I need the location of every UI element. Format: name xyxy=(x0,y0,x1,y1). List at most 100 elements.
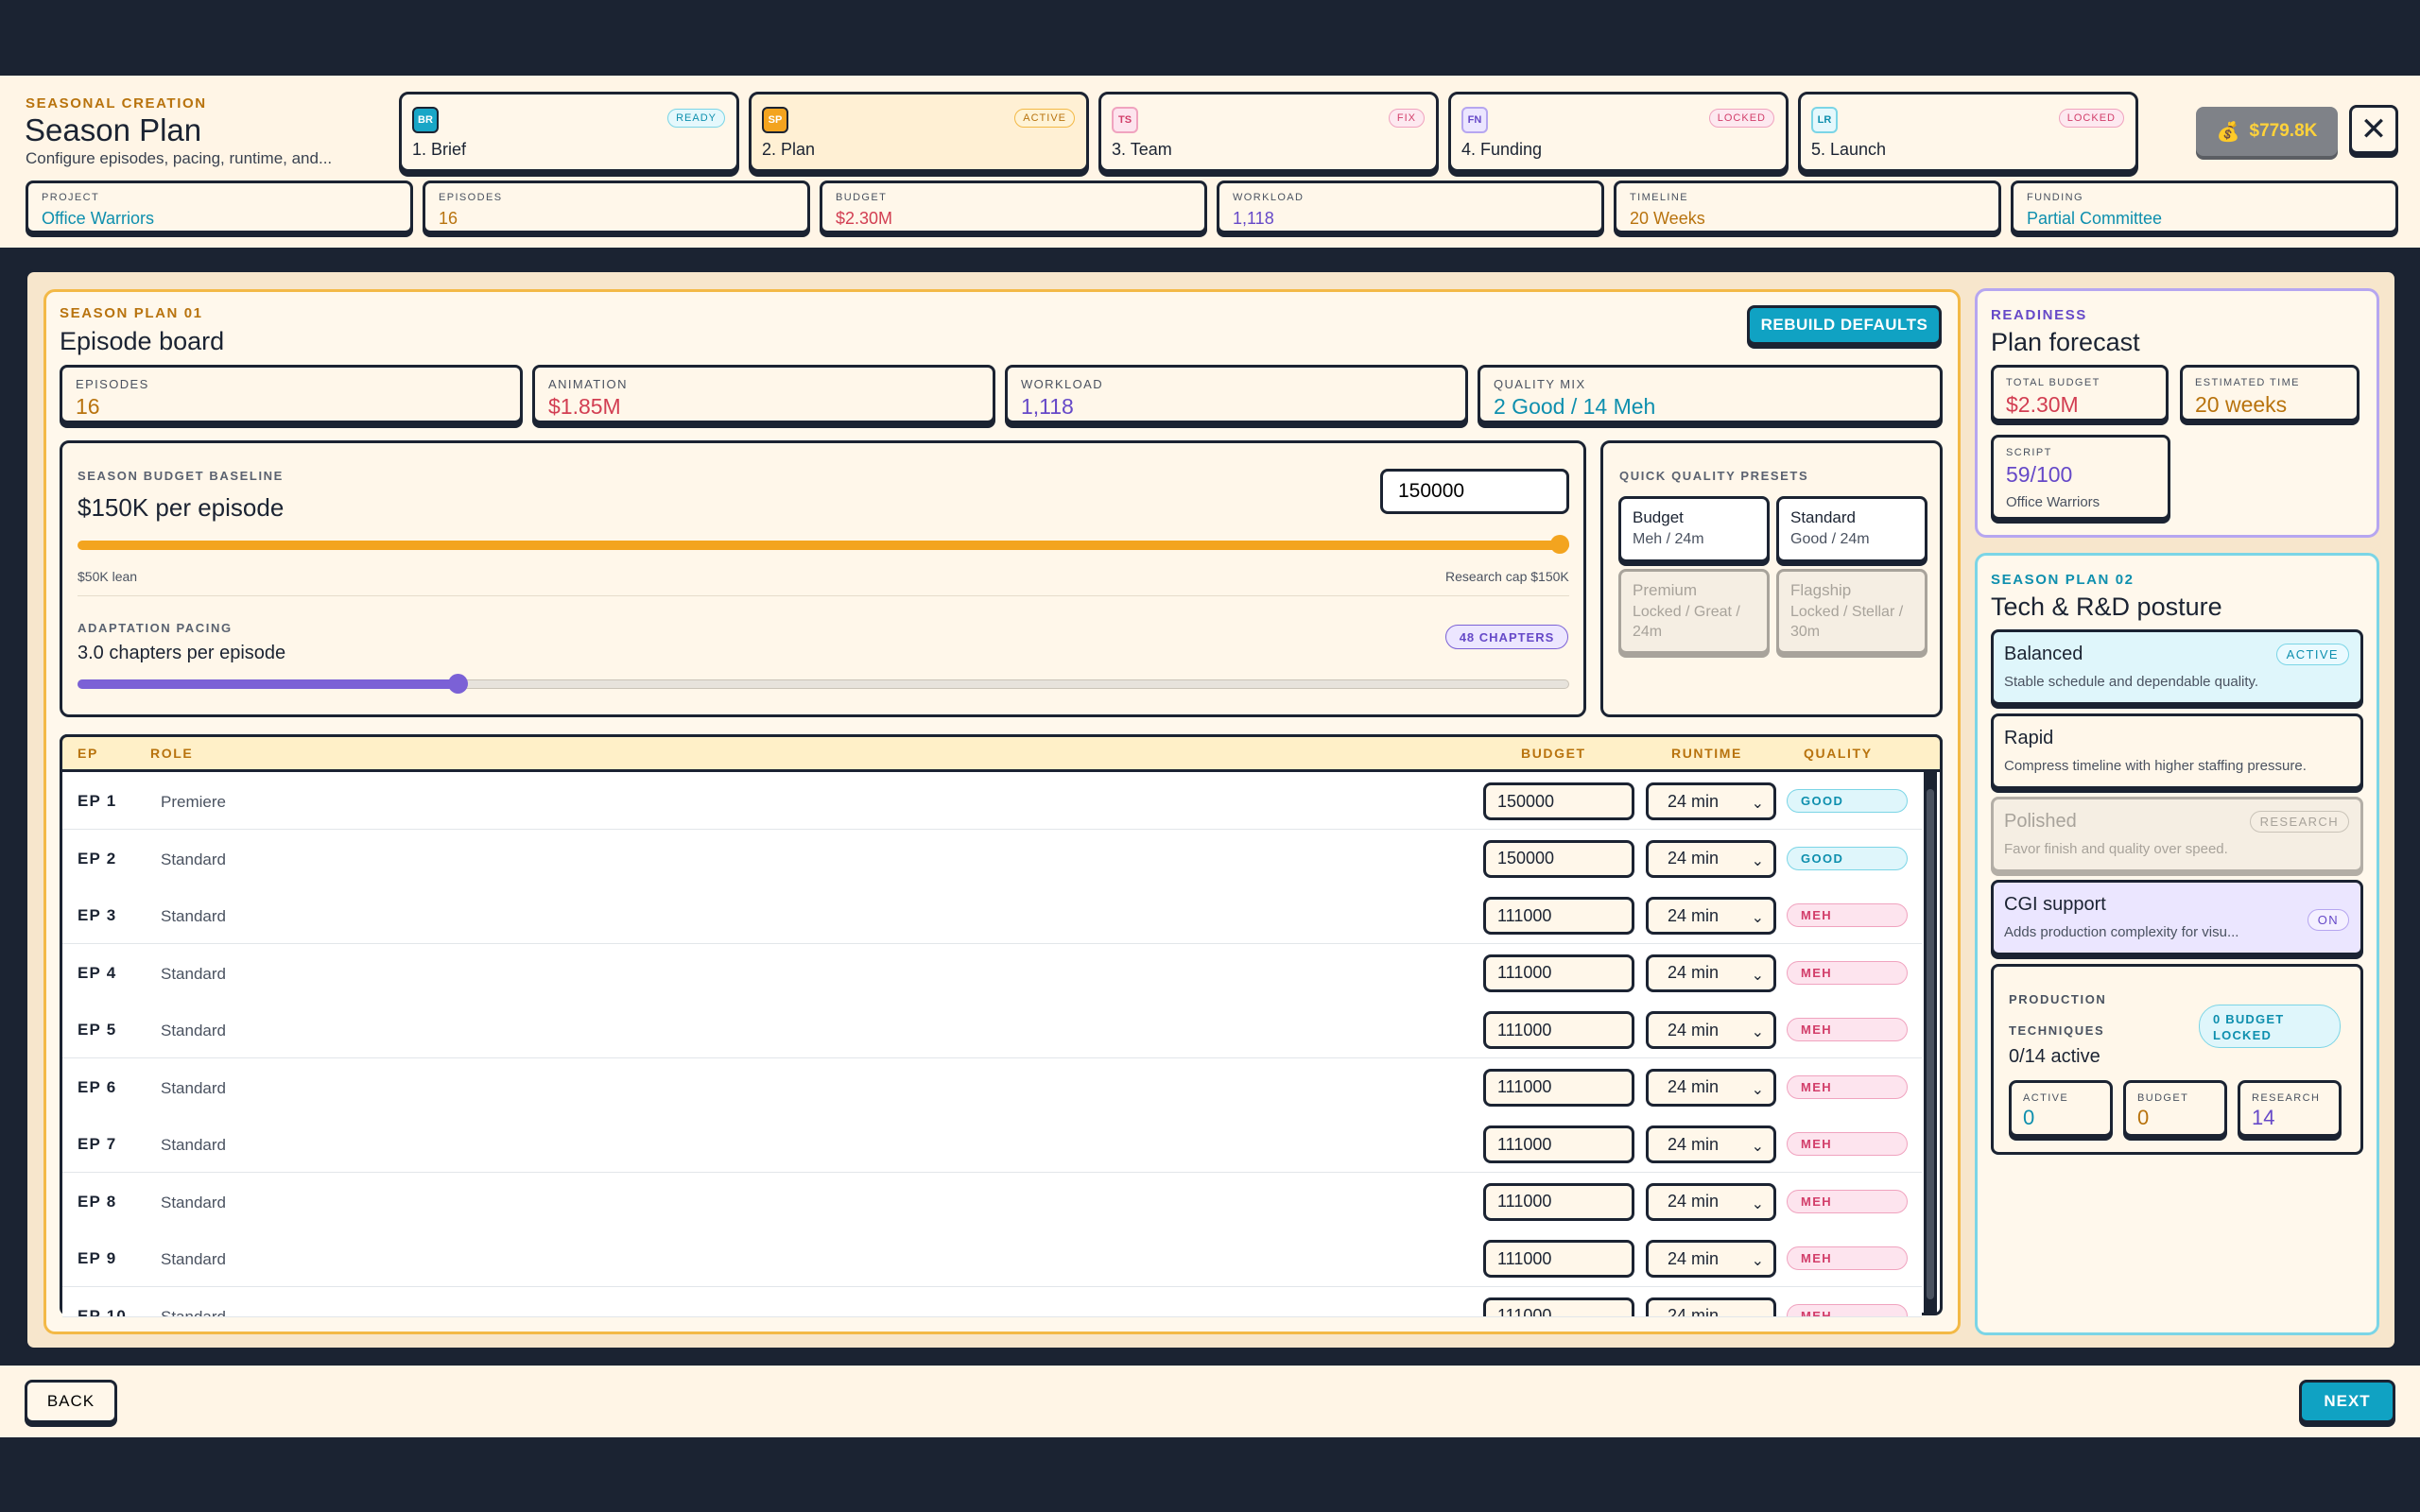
page-title: Season Plan xyxy=(25,112,202,147)
chevron-down-icon: ⌄ xyxy=(1752,1309,1764,1316)
episode-runtime-select[interactable]: 24 min ⌄ xyxy=(1646,1240,1776,1278)
baseline-slider-handle[interactable] xyxy=(1550,535,1569,554)
step-plan[interactable]: SP ACTIVE 2. Plan xyxy=(749,92,1089,172)
preset-premium[interactable]: Premium Locked / Great / 24m xyxy=(1618,569,1770,654)
episode-number: EP 3 xyxy=(78,906,117,924)
episode-runtime-select[interactable]: 24 min ⌄ xyxy=(1646,1125,1776,1163)
runtime-value: 24 min xyxy=(1668,1192,1720,1211)
cgi-support-toggle[interactable]: CGI support ON Adds production complexit… xyxy=(1991,880,2363,955)
preset-flagship[interactable]: Flagship Locked / Stellar / 30m xyxy=(1776,569,1927,654)
techniques-active-value: 0/14 active xyxy=(2009,1046,2100,1067)
baseline-slider-track[interactable] xyxy=(78,541,1569,550)
episode-runtime-select[interactable]: 24 min ⌄ xyxy=(1646,839,1776,878)
table-row: EP 5 Standard 111000 24 min ⌄ MEH xyxy=(62,1001,1922,1058)
estimated-time-label: ESTIMATED TIME xyxy=(2195,377,2300,388)
baseline-budget-input[interactable] xyxy=(1380,469,1569,514)
techniques-research-label: RESEARCH xyxy=(2252,1092,2321,1104)
next-button[interactable]: NEXT xyxy=(2299,1380,2395,1423)
divider xyxy=(78,595,1569,596)
posture-rapid[interactable]: Rapid Compress timeline with higher staf… xyxy=(1991,713,2363,789)
episode-budget-input[interactable]: 150000 xyxy=(1483,839,1634,878)
step-team[interactable]: TS FIX 3. Team xyxy=(1098,92,1439,172)
quality-badge: GOOD xyxy=(1787,846,1908,870)
preset-standard[interactable]: Standard Good / 24m xyxy=(1776,496,1927,562)
posture-balanced[interactable]: Balanced ACTIVE Stable schedule and depe… xyxy=(1991,629,2363,705)
pacing-slider-fill xyxy=(78,679,458,689)
stat-episodes-label: EPISODES xyxy=(76,377,149,391)
techniques-research-card: RESEARCH 14 xyxy=(2238,1080,2342,1137)
budget-locked-badge: 0 BUDGET LOCKED xyxy=(2199,1005,2341,1048)
back-button[interactable]: BACK xyxy=(25,1380,117,1423)
episode-budget-input[interactable]: 111000 xyxy=(1483,1011,1634,1049)
episode-budget-input[interactable]: 111000 xyxy=(1483,1297,1634,1316)
step-funding-code-icon: FN xyxy=(1461,107,1488,133)
episode-budget-input[interactable]: 111000 xyxy=(1483,1240,1634,1278)
episode-budget-input[interactable]: 111000 xyxy=(1483,1068,1634,1107)
episode-budget-input[interactable]: 111000 xyxy=(1483,1182,1634,1221)
stat-quality-mix-value: 2 Good / 14 Meh xyxy=(1494,394,1656,419)
runtime-value: 24 min xyxy=(1668,1306,1720,1317)
step-launch[interactable]: LR LOCKED 5. Launch xyxy=(1798,92,2138,172)
step-funding-status: LOCKED xyxy=(1708,109,1774,128)
summary-timeline-label: TIMELINE xyxy=(1630,192,1688,203)
episode-runtime-select[interactable]: 24 min ⌄ xyxy=(1646,954,1776,992)
baseline-title: $150K per episode xyxy=(78,493,285,522)
episode-runtime-select[interactable]: 24 min ⌄ xyxy=(1646,1182,1776,1221)
preset-budget[interactable]: Budget Meh / 24m xyxy=(1618,496,1770,562)
step-plan-code-icon: SP xyxy=(762,107,788,133)
total-budget-card: TOTAL BUDGET $2.30M xyxy=(1991,365,2169,421)
step-team-code-icon: TS xyxy=(1112,107,1138,133)
episode-role: Standard xyxy=(161,850,226,868)
runtime-value: 24 min xyxy=(1668,1248,1720,1268)
summary-budget-label: BUDGET xyxy=(836,192,888,203)
episode-runtime-select[interactable]: 24 min ⌄ xyxy=(1646,1068,1776,1107)
episode-number: EP 8 xyxy=(78,1192,117,1211)
summary-episodes: EPISODES 16 xyxy=(423,180,810,233)
posture-polished-name: Polished xyxy=(2004,811,2077,832)
close-button[interactable]: ✕ xyxy=(2349,105,2398,154)
presets-label: QUICK QUALITY PRESETS xyxy=(1619,469,1809,483)
posture-polished[interactable]: Polished RESEARCH Favor finish and quali… xyxy=(1991,797,2363,872)
board-kicker: SEASON PLAN 01 xyxy=(60,305,203,321)
step-funding[interactable]: FN LOCKED 4. Funding xyxy=(1448,92,1789,172)
runtime-value: 24 min xyxy=(1668,1020,1720,1040)
runtime-value: 24 min xyxy=(1668,905,1720,925)
step-plan-status: ACTIVE xyxy=(1014,109,1075,128)
step-launch-label: 5. Launch xyxy=(1811,140,1887,159)
cgi-support-name: CGI support xyxy=(2004,894,2106,915)
step-brief[interactable]: BR READY 1. Brief xyxy=(399,92,739,172)
table-row: EP 10 Standard 111000 24 min ⌄ MEH xyxy=(62,1286,1922,1317)
summary-workload: WORKLOAD 1,118 xyxy=(1217,180,1604,233)
table-scrollbar-thumb[interactable] xyxy=(1927,789,1934,1299)
episode-role: Premiere xyxy=(161,793,226,811)
estimated-time-card: ESTIMATED TIME 20 weeks xyxy=(2180,365,2360,421)
episode-number: EP 6 xyxy=(78,1077,117,1096)
chevron-down-icon: ⌄ xyxy=(1751,1081,1764,1098)
chevron-down-icon: ⌄ xyxy=(1751,852,1764,869)
preset-budget-desc: Meh / 24m xyxy=(1633,531,1704,547)
runtime-value: 24 min xyxy=(1668,791,1720,811)
funds-display: 💰 $779.8K xyxy=(2196,107,2338,156)
summary-episodes-value: 16 xyxy=(439,209,458,228)
quality-badge: MEH xyxy=(1787,1074,1908,1099)
summary-project: PROJECT Office Warriors xyxy=(26,180,413,233)
episode-runtime-select[interactable]: 24 min ⌄ xyxy=(1646,782,1776,820)
episode-budget-input[interactable]: 111000 xyxy=(1483,897,1634,935)
chevron-down-icon: ⌄ xyxy=(1751,1195,1764,1212)
table-row: EP 7 Standard 111000 24 min ⌄ MEH xyxy=(62,1115,1922,1173)
episode-number: EP 5 xyxy=(78,1021,117,1039)
posture-rapid-desc: Compress timeline with higher staffing p… xyxy=(2004,758,2307,774)
table-row: EP 8 Standard 111000 24 min ⌄ MEH xyxy=(62,1172,1922,1230)
episode-budget-input[interactable]: 111000 xyxy=(1483,1125,1634,1163)
episode-runtime-select[interactable]: 24 min ⌄ xyxy=(1646,1297,1776,1317)
episode-runtime-select[interactable]: 24 min ⌄ xyxy=(1646,897,1776,935)
summary-timeline-value: 20 Weeks xyxy=(1630,209,1705,228)
rebuild-defaults-button[interactable]: REBUILD DEFAULTS xyxy=(1747,305,1942,345)
summary-funding-label: FUNDING xyxy=(2027,192,2083,203)
episode-budget-input[interactable]: 111000 xyxy=(1483,954,1634,992)
stat-workload-label: WORKLOAD xyxy=(1021,377,1104,391)
episode-number: EP 1 xyxy=(78,792,117,810)
episode-budget-input[interactable]: 150000 xyxy=(1483,782,1634,820)
episode-runtime-select[interactable]: 24 min ⌄ xyxy=(1646,1011,1776,1049)
techniques-budget-label: BUDGET xyxy=(2137,1092,2189,1104)
